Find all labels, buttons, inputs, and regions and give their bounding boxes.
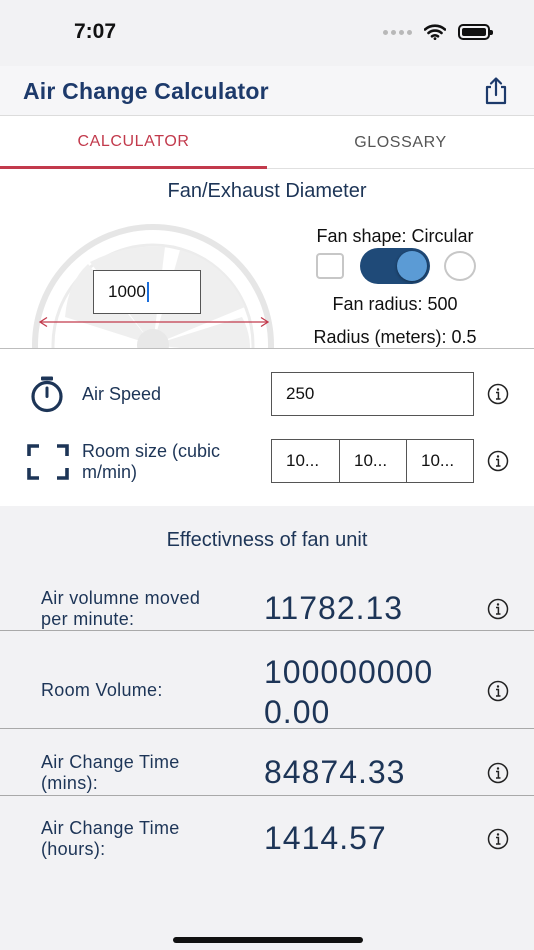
square-shape-icon[interactable]: [316, 253, 344, 279]
battery-icon: [458, 24, 493, 40]
tab-bar: CALCULATOR GLOSSARY: [0, 117, 534, 169]
results-panel: Effectivness of fan unit Air volumne mov…: [0, 506, 534, 950]
share-icon[interactable]: [482, 76, 510, 106]
result-divider: [0, 630, 534, 631]
air-speed-label: Air Speed: [82, 384, 162, 404]
air-change-mins-label-line1: Air Change Time: [41, 752, 180, 772]
navigation-bar: Air Change Calculator: [0, 66, 534, 116]
wifi-icon: [424, 24, 446, 40]
room-width-input[interactable]: 10...: [339, 439, 407, 483]
results-section-title: Effectivness of fan unit: [166, 529, 368, 551]
room-volume-label: Room Volume:: [41, 680, 163, 700]
air-change-mins-label-line2: (mins):: [41, 773, 99, 793]
cellular-signal-icon: [383, 29, 412, 35]
fan-shape-selector: [312, 247, 482, 285]
air-volume-value: 11782.13: [264, 590, 404, 626]
air-change-hours-label-line2: (hours):: [41, 839, 106, 859]
fan-shape-label: Fan shape: Circular: [316, 226, 474, 246]
room-size-label-line1: Room size (cubic: [82, 441, 221, 461]
toggle-knob: [397, 251, 427, 281]
frame-corners-icon: [27, 444, 69, 480]
tab-glossary[interactable]: GLOSSARY: [267, 117, 534, 169]
info-icon[interactable]: [487, 762, 509, 784]
air-volume-label-line2: per minute:: [41, 609, 135, 629]
diameter-input[interactable]: 1000: [93, 270, 201, 314]
tab-calculator[interactable]: CALCULATOR: [0, 117, 267, 169]
text-caret: [146, 282, 149, 302]
air-change-hours-label-line1: Air Change Time: [41, 818, 180, 838]
room-length-value: 10...: [286, 451, 320, 470]
air-volume-label: Air volumne moved per minute:: [41, 588, 200, 630]
info-icon[interactable]: [487, 828, 509, 850]
room-volume-value-line2: 0.00: [264, 694, 331, 730]
status-bar: 7:07: [0, 0, 534, 66]
page-title: Air Change Calculator: [23, 78, 269, 104]
shape-toggle[interactable]: [360, 248, 430, 284]
air-change-hours-value: 1414.57: [264, 820, 387, 856]
air-volume-label-line1: Air volumne moved: [41, 588, 201, 608]
air-change-mins-label: Air Change Time (mins):: [41, 752, 180, 794]
room-length-input[interactable]: 10...: [271, 439, 340, 483]
air-change-hours-label: Air Change Time (hours):: [41, 818, 180, 860]
room-width-value: 10...: [354, 451, 388, 470]
room-volume-value-line1: 100000000: [264, 654, 434, 690]
room-size-label: Room size (cubic m/min): [82, 441, 220, 483]
room-height-value: 10...: [421, 451, 455, 470]
status-time: 7:07: [74, 20, 117, 43]
room-size-label-line2: m/min): [82, 462, 137, 482]
air-change-mins-value: 84874.33: [264, 754, 406, 790]
diameter-value: 1000: [108, 282, 146, 301]
room-height-input[interactable]: 10...: [406, 439, 474, 483]
room-volume-value: 100000000 0.00: [264, 652, 433, 732]
fan-radius-label: Fan radius: 500: [332, 294, 458, 314]
info-icon[interactable]: [487, 598, 509, 620]
info-icon[interactable]: [487, 680, 509, 702]
info-icon[interactable]: [487, 450, 509, 472]
circle-shape-icon[interactable]: [444, 251, 476, 281]
result-divider: [0, 795, 534, 796]
stopwatch-icon: [31, 376, 63, 413]
fan-section-title: Fan/Exhaust Diameter: [167, 180, 367, 202]
air-speed-value: 250: [286, 384, 315, 403]
info-icon[interactable]: [487, 383, 509, 405]
diameter-arrow-icon: [38, 316, 270, 328]
air-speed-input[interactable]: 250: [271, 372, 474, 416]
radius-meters-label: Radius (meters): 0.5: [313, 327, 477, 347]
result-divider: [0, 728, 534, 729]
home-indicator[interactable]: [173, 937, 363, 943]
status-icons: [383, 24, 493, 40]
section-divider: [0, 348, 534, 349]
